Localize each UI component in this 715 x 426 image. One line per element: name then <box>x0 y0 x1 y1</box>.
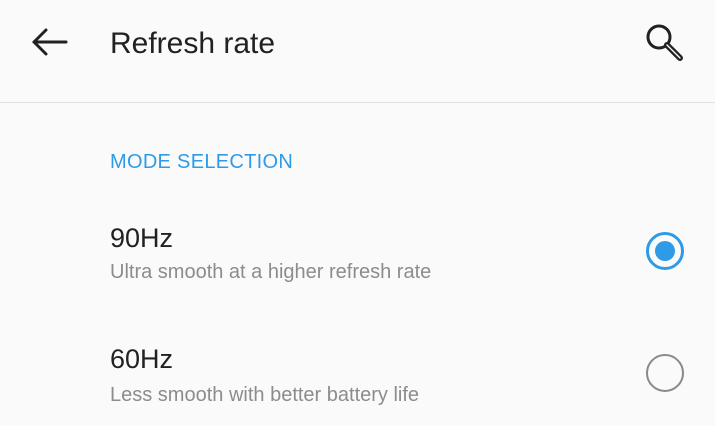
search-button[interactable] <box>638 20 690 68</box>
option-subtitle: Less smooth with better battery life <box>110 384 420 406</box>
option-title: 90Hz <box>110 223 174 253</box>
back-button[interactable] <box>22 22 78 66</box>
page-title: Refresh rate <box>110 27 276 60</box>
radio-button-selected[interactable] <box>646 232 684 270</box>
option-title: 60Hz <box>110 344 174 374</box>
option-90hz[interactable]: 90Hz Ultra smooth at a higher refresh ra… <box>0 208 715 308</box>
section-header-mode-selection: MODE SELECTION <box>110 151 294 173</box>
option-60hz[interactable]: 60Hz Less smooth with better battery lif… <box>0 330 715 426</box>
radio-button-unselected[interactable] <box>646 354 684 392</box>
app-bar: Refresh rate <box>0 0 715 103</box>
refresh-rate-screen: Refresh rate MODE SELECTION 90Hz Ultra s… <box>0 0 715 426</box>
arrow-left-icon <box>30 26 70 63</box>
search-icon <box>643 21 685 68</box>
option-subtitle: Ultra smooth at a higher refresh rate <box>110 261 432 283</box>
